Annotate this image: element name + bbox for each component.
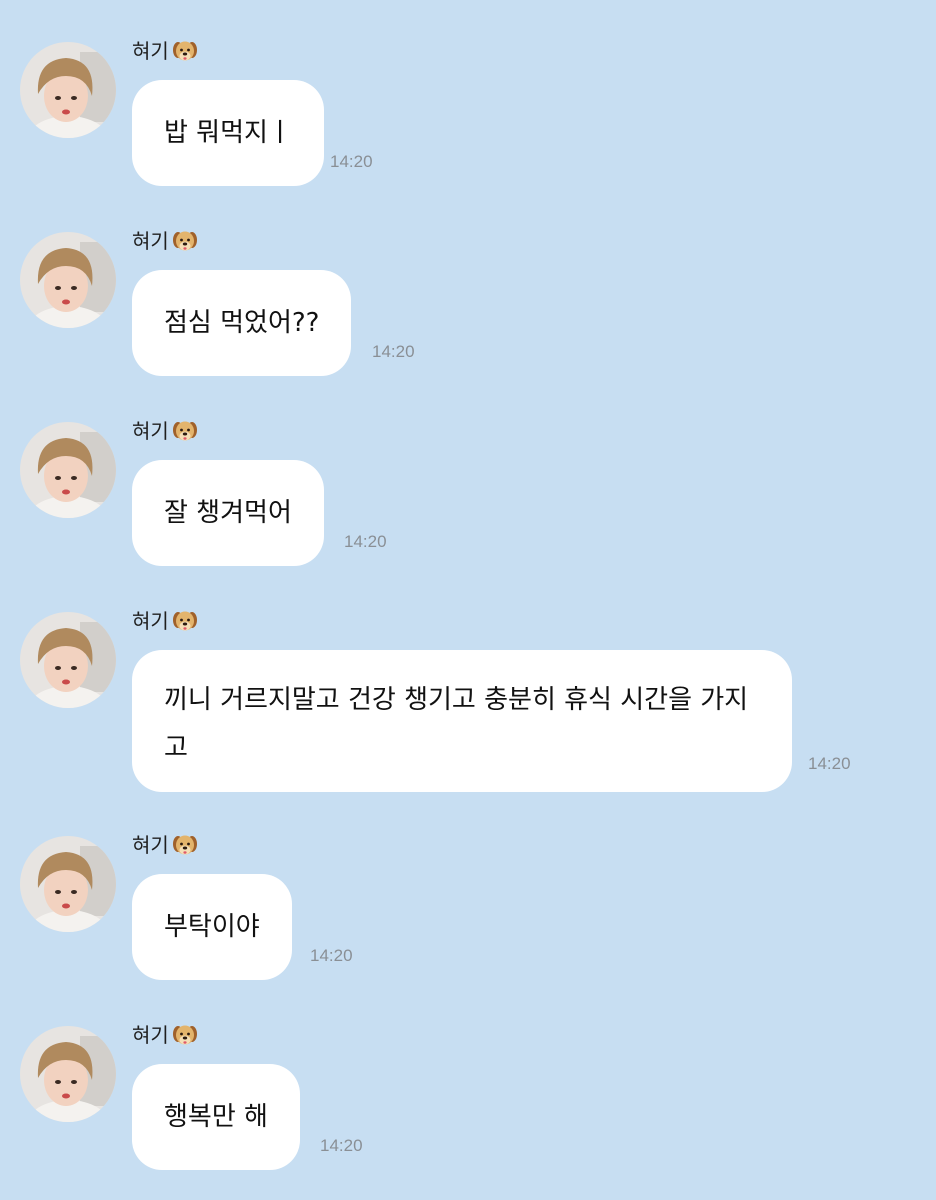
- message-bubble[interactable]: 부탁이야: [132, 874, 292, 980]
- avatar[interactable]: [20, 836, 116, 932]
- sender-name: 혀기: [132, 1020, 199, 1050]
- sender-name-text: 혀기: [132, 39, 169, 63]
- message-bubble[interactable]: 행복만 해: [132, 1064, 300, 1170]
- sender-name-text: 혀기: [132, 1023, 169, 1047]
- sender-name: 혀기: [132, 416, 199, 446]
- message-timestamp: 14:20: [808, 754, 851, 773]
- dog-face-icon: [171, 227, 199, 255]
- dog-face-icon: [171, 417, 199, 445]
- sender-name-text: 혀기: [132, 229, 169, 253]
- message-bubble[interactable]: 끼니 거르지말고 건강 챙기고 충분히 휴식 시간을 가지고: [132, 650, 792, 792]
- sender-name: 혀기: [132, 606, 199, 636]
- message-bubble[interactable]: 점심 먹었어??: [132, 270, 352, 376]
- dog-face-icon: [171, 607, 199, 635]
- sender-name: 혀기: [132, 226, 199, 256]
- sender-name-text: 혀기: [132, 419, 169, 443]
- message-timestamp: 14:20: [330, 152, 373, 171]
- avatar[interactable]: [20, 42, 116, 138]
- dog-face-icon: [171, 831, 199, 859]
- sender-name: 혀기: [132, 36, 199, 66]
- avatar[interactable]: [20, 232, 116, 328]
- dog-face-icon: [171, 37, 199, 65]
- sender-name-text: 혀기: [132, 833, 169, 857]
- message-timestamp: 14:20: [344, 532, 387, 551]
- message-timestamp: 14:20: [310, 946, 353, 965]
- dog-face-icon: [171, 1021, 199, 1049]
- sender-name-text: 혀기: [132, 609, 169, 633]
- avatar[interactable]: [20, 422, 116, 518]
- message-timestamp: 14:20: [372, 342, 415, 361]
- avatar[interactable]: [20, 1026, 116, 1122]
- message-timestamp: 14:20: [320, 1136, 363, 1155]
- message-bubble[interactable]: 잘 챙겨먹어: [132, 460, 324, 566]
- sender-name: 혀기: [132, 830, 199, 860]
- message-bubble[interactable]: 밥 뭐먹지ㅣ: [132, 80, 324, 186]
- avatar[interactable]: [20, 612, 116, 708]
- chat-room: 혀기 밥 뭐먹지ㅣ 14:20 혀기 점심 먹었어?? 14:20 혀기 잘 챙…: [0, 0, 936, 1200]
